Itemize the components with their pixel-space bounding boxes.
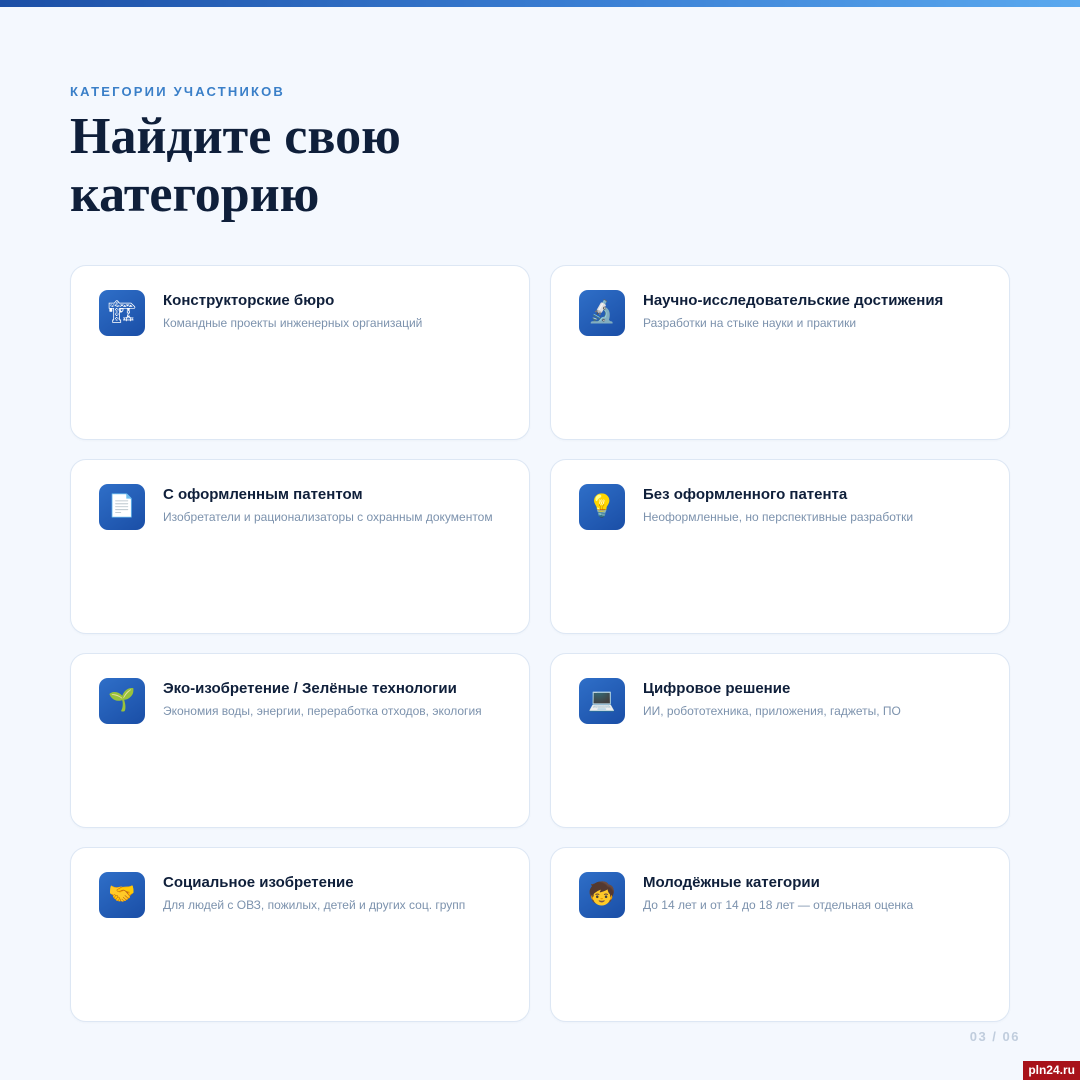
laptop-icon: 💻 (579, 678, 625, 724)
category-title: Социальное изобретение (163, 874, 354, 891)
category-card-research[interactable]: 🔬 Научно-исследовательские достижения Ра… (550, 265, 1010, 440)
category-description: До 14 лет и от 14 до 18 лет — отдельная … (643, 898, 914, 912)
category-title: Цифровое решение (643, 680, 791, 697)
category-title: Эко-изобретение / Зелёные технологии (163, 680, 457, 697)
top-accent-bar (0, 0, 1080, 7)
categories-grid: 🏗 Конструкторские бюро Командные проекты… (70, 265, 1010, 1022)
category-card-without-patent[interactable]: 💡 Без оформленного патента Неоформленные… (550, 459, 1010, 634)
category-title: Научно-исследовательские достижения (643, 292, 944, 309)
category-description: Командные проекты инженерных организаций (163, 316, 423, 330)
category-description: Разработки на стыке науки и практики (643, 316, 857, 330)
category-title: С оформленным патентом (163, 486, 363, 503)
page-title-line-1: Найдите свою (70, 108, 401, 165)
category-card-social[interactable]: 🤝 Социальное изобретение Для людей с ОВЗ… (70, 847, 530, 1022)
lightbulb-icon: 💡 (579, 484, 625, 530)
category-card-design-bureaus[interactable]: 🏗 Конструкторские бюро Командные проекты… (70, 265, 530, 440)
section-eyebrow: КАТЕГОРИИ УЧАСТНИКОВ (70, 84, 286, 99)
seedling-icon: 🌱 (99, 678, 145, 724)
category-description: Для людей с ОВЗ, пожилых, детей и других… (163, 898, 466, 912)
page-title: Найдите свою категорию (70, 108, 670, 224)
category-description: Неоформленные, но перспективные разработ… (643, 510, 914, 524)
category-card-digital[interactable]: 💻 Цифровое решение ИИ, робототехника, пр… (550, 653, 1010, 828)
category-description: Экономия воды, энергии, переработка отхо… (163, 704, 482, 718)
microscope-icon: 🔬 (579, 290, 625, 336)
category-card-with-patent[interactable]: 📄 С оформленным патентом Изобретатели и … (70, 459, 530, 634)
category-title: Молодёжные категории (643, 874, 820, 891)
page-title-line-2: категорию (70, 166, 320, 223)
child-icon: 🧒 (579, 872, 625, 918)
site-watermark: pln24.ru (1023, 1061, 1080, 1080)
category-card-eco[interactable]: 🌱 Эко-изобретение / Зелёные технологии Э… (70, 653, 530, 828)
handshake-icon: 🤝 (99, 872, 145, 918)
category-description: Изобретатели и рационализаторы с охранны… (163, 510, 493, 524)
category-title: Конструкторские бюро (163, 292, 335, 309)
document-icon: 📄 (99, 484, 145, 530)
category-description: ИИ, робототехника, приложения, гаджеты, … (643, 704, 901, 718)
page-indicator: 03 / 06 (969, 1029, 1020, 1044)
category-card-youth[interactable]: 🧒 Молодёжные категории До 14 лет и от 14… (550, 847, 1010, 1022)
category-title: Без оформленного патента (643, 486, 848, 503)
crane-icon: 🏗 (99, 290, 145, 336)
